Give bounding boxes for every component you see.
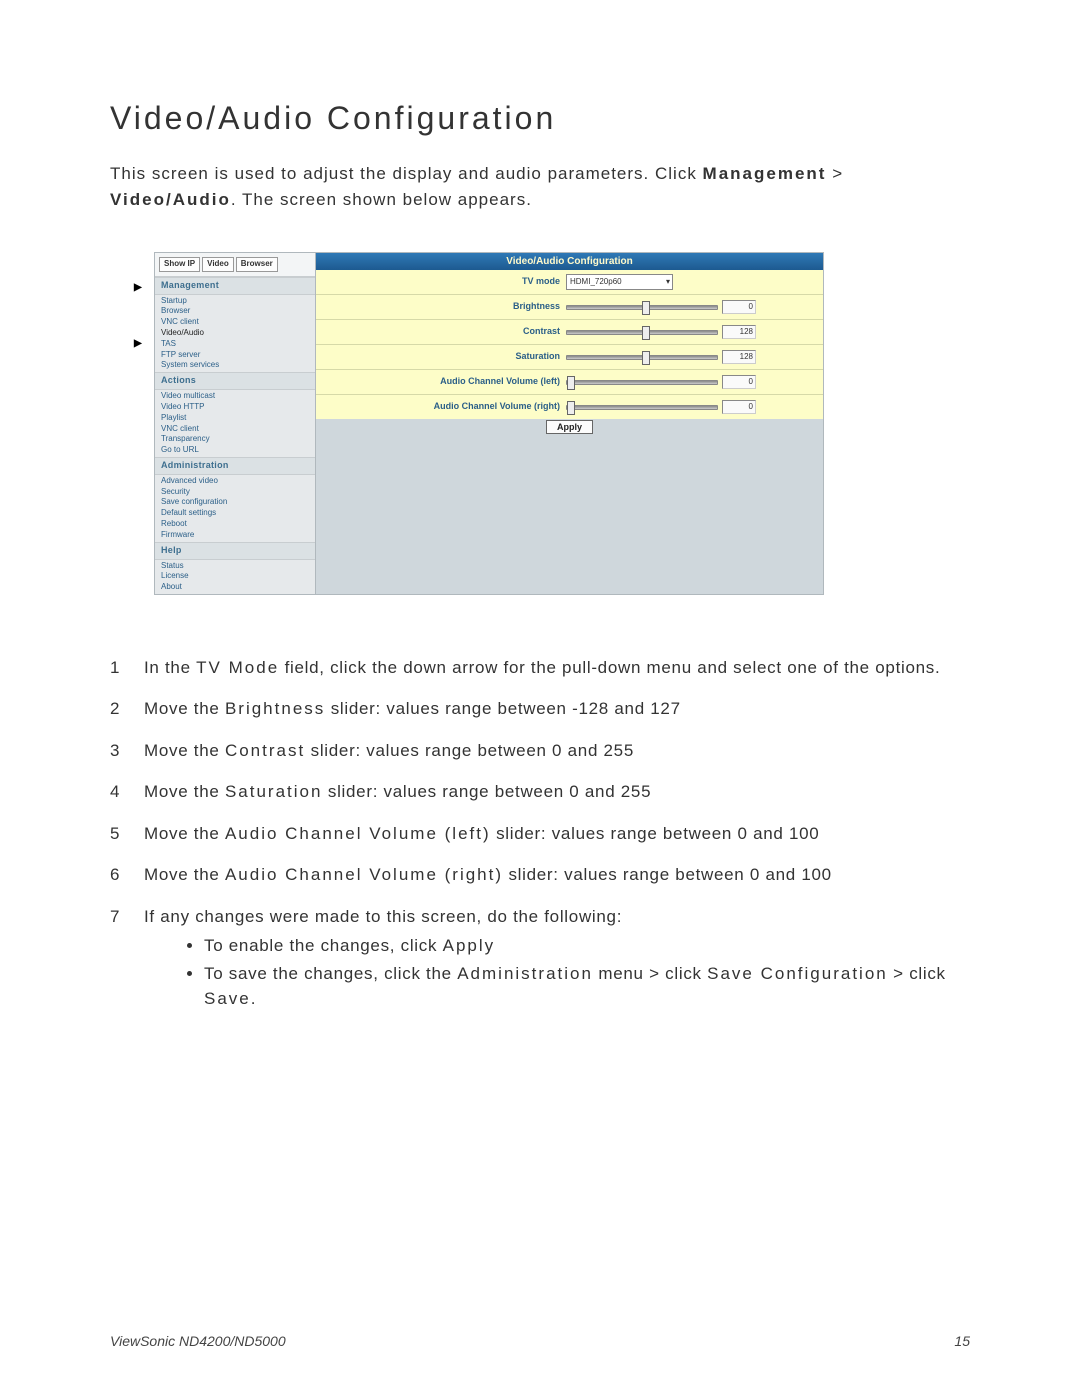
sidebar-item[interactable]: Startup [155,296,315,307]
brightness-slider[interactable] [566,305,718,310]
step-text: In the TV Mode field, click the down arr… [144,655,970,681]
bullet: To save the changes, click the Administr… [204,961,970,1012]
sidebar-item[interactable]: Reboot [155,519,315,530]
arrow-right-icon: ▶ [134,338,142,349]
sidebar-item[interactable]: VNC client [155,424,315,435]
intro-text: . The screen shown below appears. [231,190,532,209]
tab-video[interactable]: Video [202,257,234,272]
sidebar-item[interactable]: Security [155,487,315,498]
label-brightness: Brightness [320,302,566,312]
screenshot-figure: ▶ ▶ Show IP Video Browser ManagementStar… [140,252,970,595]
intro-bold-videoaudio: Video/Audio [110,190,231,209]
label-volume-right: Audio Channel Volume (right) [320,402,566,412]
volume-right-value[interactable]: 0 [722,400,756,414]
tv-mode-value: HDMI_720p60 [570,278,622,287]
panel-title: Video/Audio Configuration [316,253,823,270]
contrast-slider[interactable] [566,330,718,335]
sidebar-item[interactable]: Video multicast [155,391,315,402]
sidebar-item[interactable]: Transparency [155,434,315,445]
sidebar-item[interactable]: Status [155,561,315,572]
step-text: Move the Contrast slider: values range b… [144,738,970,764]
step-number: 5 [110,821,144,847]
sidebar-header: Actions [155,372,315,390]
step-text: If any changes were made to this screen,… [144,904,970,1014]
sidebar-item[interactable]: System services [155,360,315,371]
page-title: Video/Audio Configuration [110,100,970,137]
intro-paragraph: This screen is used to adjust the displa… [110,161,970,212]
step-number: 7 [110,904,144,1014]
step: 4Move the Saturation slider: values rang… [110,779,970,805]
volume-left-value[interactable]: 0 [722,375,756,389]
intro-text: > [826,164,843,183]
arrow-right-icon: ▶ [134,282,142,293]
sidebar-item[interactable]: About [155,582,315,593]
sidebar-item[interactable]: Advanced video [155,476,315,487]
label-volume-left: Audio Channel Volume (left) [320,377,566,387]
sidebar-item[interactable]: FTP server [155,350,315,361]
step: 2Move the Brightness slider: values rang… [110,696,970,722]
sidebar-item[interactable]: Firmware [155,530,315,541]
sidebar-item[interactable]: Browser [155,306,315,317]
footer-model: ViewSonic ND4200/ND5000 [110,1333,286,1349]
apply-button[interactable]: Apply [546,420,593,434]
step-text: Move the Audio Channel Volume (right) sl… [144,862,970,888]
sidebar-item[interactable]: Video HTTP [155,402,315,413]
step-number: 1 [110,655,144,681]
sidebar-item[interactable]: License [155,571,315,582]
step: 7If any changes were made to this screen… [110,904,970,1014]
contrast-value[interactable]: 128 [722,325,756,339]
sidebar: Show IP Video Browser ManagementStartupB… [154,253,316,594]
config-panel: Video/Audio Configuration TV mode HDMI_7… [316,253,824,594]
sidebar-item[interactable]: TAS [155,339,315,350]
step: 3Move the Contrast slider: values range … [110,738,970,764]
step: 5Move the Audio Channel Volume (left) sl… [110,821,970,847]
sidebar-tabs: Show IP Video Browser [155,253,315,277]
step: 1In the TV Mode field, click the down ar… [110,655,970,681]
label-tv-mode: TV mode [320,277,566,287]
bullet: To enable the changes, click Apply [204,933,970,959]
step-text: Move the Brightness slider: values range… [144,696,970,722]
sidebar-item[interactable]: Save configuration [155,497,315,508]
row-tv-mode: TV mode HDMI_720p60 [316,270,823,295]
intro-text: This screen is used to adjust the displa… [110,164,703,183]
step-text: Move the Audio Channel Volume (left) sli… [144,821,970,847]
sidebar-header: Management [155,277,315,295]
row-contrast: Contrast 128 [316,320,823,345]
footer-page-number: 15 [954,1333,970,1349]
sidebar-item[interactable]: Default settings [155,508,315,519]
page-footer: ViewSonic ND4200/ND5000 15 [110,1333,970,1349]
step-number: 2 [110,696,144,722]
saturation-slider[interactable] [566,355,718,360]
label-contrast: Contrast [320,327,566,337]
step: 6Move the Audio Channel Volume (right) s… [110,862,970,888]
step-text: Move the Saturation slider: values range… [144,779,970,805]
intro-bold-management: Management [703,164,827,183]
sidebar-item[interactable]: Video/Audio [155,328,315,339]
sidebar-item[interactable]: Go to URL [155,445,315,456]
volume-right-slider[interactable] [566,405,718,410]
row-volume-right: Audio Channel Volume (right) 0 [316,395,823,419]
tab-show-ip[interactable]: Show IP [159,257,200,272]
sidebar-item[interactable]: VNC client [155,317,315,328]
row-brightness: Brightness 0 [316,295,823,320]
sidebar-header: Administration [155,457,315,475]
step-number: 6 [110,862,144,888]
tv-mode-select[interactable]: HDMI_720p60 [566,274,673,290]
volume-left-slider[interactable] [566,380,718,385]
brightness-value[interactable]: 0 [722,300,756,314]
app-screenshot: Show IP Video Browser ManagementStartupB… [154,252,824,595]
tab-browser[interactable]: Browser [236,257,278,272]
row-saturation: Saturation 128 [316,345,823,370]
step-number: 3 [110,738,144,764]
sidebar-header: Help [155,542,315,560]
instruction-steps: 1In the TV Mode field, click the down ar… [110,655,970,1014]
label-saturation: Saturation [320,352,566,362]
document-page: Video/Audio Configuration This screen is… [0,0,1080,1397]
saturation-value[interactable]: 128 [722,350,756,364]
step-number: 4 [110,779,144,805]
apply-row: Apply [316,419,823,437]
sidebar-item[interactable]: Playlist [155,413,315,424]
step-bullets: To enable the changes, click ApplyTo sav… [144,933,970,1012]
row-volume-left: Audio Channel Volume (left) 0 [316,370,823,395]
